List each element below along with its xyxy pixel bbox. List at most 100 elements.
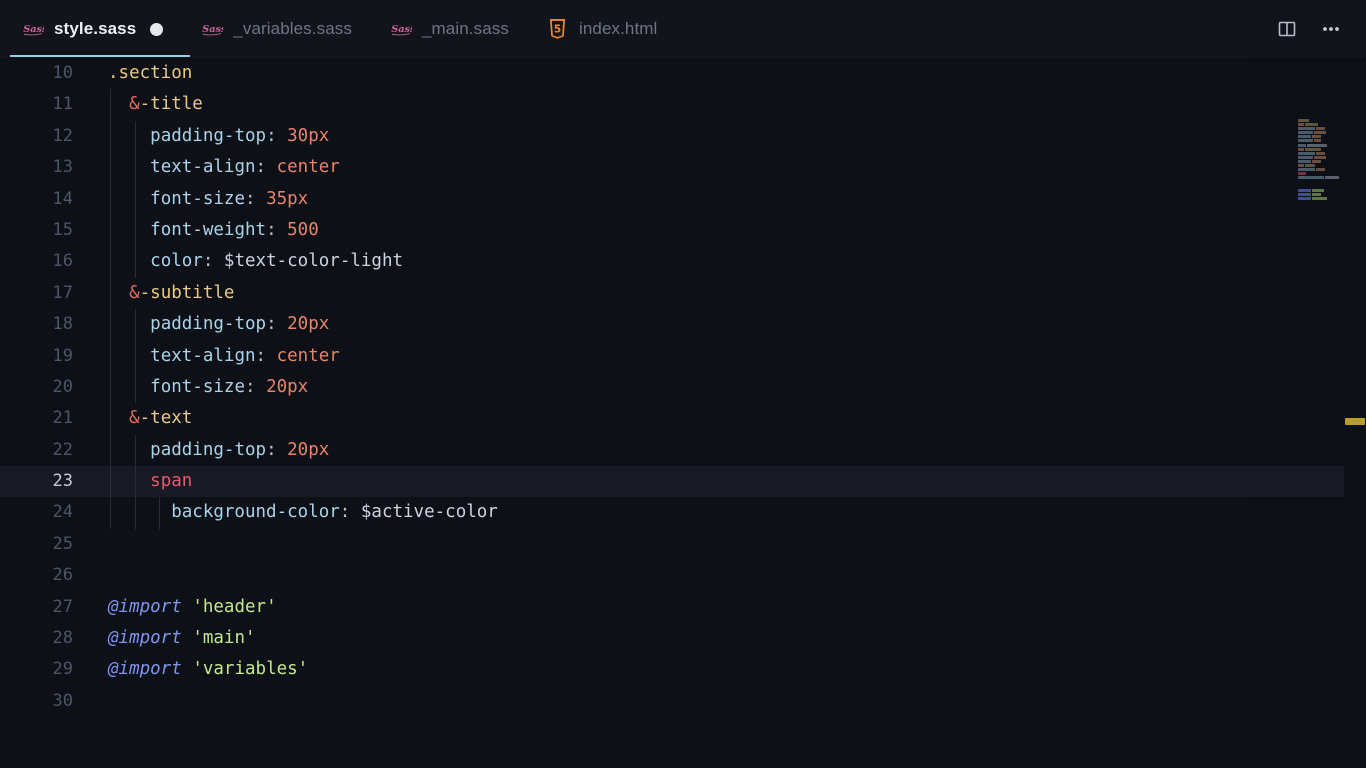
editor-tab-style-sass[interactable]: Sass style.sass — [0, 0, 180, 58]
line-content[interactable]: &-text — [74, 403, 1366, 434]
line-content[interactable]: background-color: $active-color — [74, 497, 1366, 528]
code-line[interactable]: 10 .section — [0, 58, 1366, 89]
minimap-segment — [1314, 131, 1327, 135]
line-number: 27 — [52, 596, 73, 617]
line-content[interactable]: .section — [74, 58, 1366, 89]
code-line[interactable]: 21 &-text — [0, 403, 1366, 435]
line-number: 22 — [52, 439, 73, 460]
minimap-line — [1298, 155, 1342, 159]
line-content[interactable]: text-align: center — [74, 152, 1366, 183]
sass-icon: Sass — [22, 18, 44, 40]
code-lines[interactable]: 10 .section 11 &-title 12 padding-top: 30px… — [0, 58, 1366, 768]
code-line[interactable]: 13 text-align: center — [0, 152, 1366, 184]
unsaved-changes-dot-icon[interactable] — [150, 22, 164, 36]
line-content[interactable]: padding-top: 30px — [74, 121, 1366, 152]
code-token: text-align — [150, 345, 256, 366]
code-line[interactable]: 22 padding-top: 20px — [0, 434, 1366, 467]
editor-tab-index-html[interactable]: 5 index.html — [525, 0, 673, 58]
line-number: 11 — [52, 94, 73, 115]
sass-icon: Sass — [390, 18, 412, 40]
code-token: $text-color-light — [223, 251, 404, 272]
line-content[interactable]: @import 'variables' — [74, 654, 1366, 685]
minimap-segment — [1316, 127, 1326, 131]
code-line[interactable]: 11 &-title — [0, 89, 1366, 121]
line-number: 30 — [52, 690, 73, 711]
code-line[interactable]: 25 — [0, 529, 1366, 560]
code-line[interactable]: 18 padding-top: 20px — [0, 309, 1366, 341]
minimap[interactable] — [1284, 116, 1344, 768]
split-editor-icon[interactable] — [1270, 12, 1304, 46]
line-content[interactable]: @import 'main' — [74, 623, 1366, 654]
minimap-line — [1298, 135, 1342, 139]
code-token: & — [129, 408, 140, 429]
line-content[interactable]: font-size: 20px — [74, 372, 1366, 403]
code-line[interactable]: 26 — [0, 560, 1366, 591]
code-line[interactable]: 14 font-size: 35px — [0, 183, 1366, 215]
minimap-line — [1298, 123, 1342, 127]
line-number: 16 — [52, 251, 73, 272]
line-content[interactable]: span — [74, 466, 1366, 497]
minimap-segment — [1298, 139, 1313, 143]
tab-label: style.sass — [54, 19, 137, 38]
code-line[interactable]: 24 background-color: $active-color — [0, 497, 1366, 529]
line-content[interactable]: &-title — [74, 89, 1366, 120]
minimap-segment — [1298, 127, 1315, 131]
line-number: 24 — [52, 502, 73, 523]
code-token: @import — [108, 596, 182, 617]
code-line[interactable]: 28 @import 'main' — [0, 623, 1366, 654]
code-line[interactable]: 19 text-align: center — [0, 340, 1366, 372]
minimap-segment — [1305, 164, 1316, 168]
code-token: : — [255, 345, 277, 366]
code-token: : — [266, 314, 288, 335]
code-token: @import — [108, 659, 182, 680]
minimap-segment — [1298, 143, 1306, 147]
line-content[interactable]: font-size: 35px — [74, 184, 1366, 215]
code-line[interactable]: 23 span — [0, 466, 1366, 498]
code-token: : — [266, 439, 288, 460]
vscode-window: Sass style.sass Sass _variables.sass Sass _ma… — [0, 0, 1366, 768]
code-line[interactable]: 16 color: $text-color-light — [0, 246, 1366, 278]
line-content[interactable]: text-align: center — [74, 341, 1366, 372]
code-line[interactable]: 20 font-size: 20px — [0, 371, 1366, 404]
code-token: 'main' — [192, 628, 256, 649]
tab-list: Sass style.sass Sass _variables.sass Sass _ma… — [0, 0, 1270, 58]
minimap-segment — [1298, 172, 1306, 176]
more-actions-icon[interactable] — [1314, 12, 1348, 46]
overview-ruler-scrollbar[interactable] — [1344, 116, 1366, 768]
line-content[interactable]: color: $text-color-light — [74, 246, 1366, 277]
minimap-segment — [1305, 123, 1319, 127]
minimap-segment — [1312, 159, 1322, 163]
code-line[interactable]: 29 @import 'variables' — [0, 654, 1366, 685]
code-line[interactable]: 30 — [0, 686, 1366, 717]
code-token: font-weight — [150, 219, 267, 240]
code-token: span — [150, 471, 193, 492]
code-line[interactable]: 17 &-subtitle — [0, 277, 1366, 310]
code-line[interactable]: 27 @import 'header' — [0, 592, 1366, 623]
line-content[interactable]: &-subtitle — [74, 278, 1366, 309]
minimap-segment — [1298, 131, 1313, 135]
editor-tab--main-sass[interactable]: Sass _main.sass — [368, 0, 525, 58]
active-tab-underline — [10, 55, 190, 57]
minimap-segment — [1298, 155, 1313, 159]
line-content[interactable]: @import 'header' — [74, 592, 1366, 623]
code-line[interactable]: 12 padding-top: 30px — [0, 120, 1366, 153]
find-match-mark[interactable] — [1345, 418, 1365, 425]
code-editor[interactable]: 9 10.section11 &-title12 padding-top: 30… — [0, 58, 1366, 768]
minimap-line — [1298, 127, 1342, 131]
minimap-line — [1298, 164, 1342, 168]
code-line[interactable]: 15 font-weight: 500 — [0, 214, 1366, 247]
line-content[interactable]: font-weight: 500 — [74, 215, 1366, 246]
editor-tab--variables-sass[interactable]: Sass _variables.sass — [179, 0, 368, 58]
tab-label: _main.sass — [421, 19, 509, 38]
code-token: & — [129, 94, 140, 115]
sass-icon: Sass — [201, 18, 223, 40]
line-content[interactable]: padding-top: 20px — [74, 435, 1366, 466]
line-content[interactable]: padding-top: 20px — [74, 309, 1366, 340]
